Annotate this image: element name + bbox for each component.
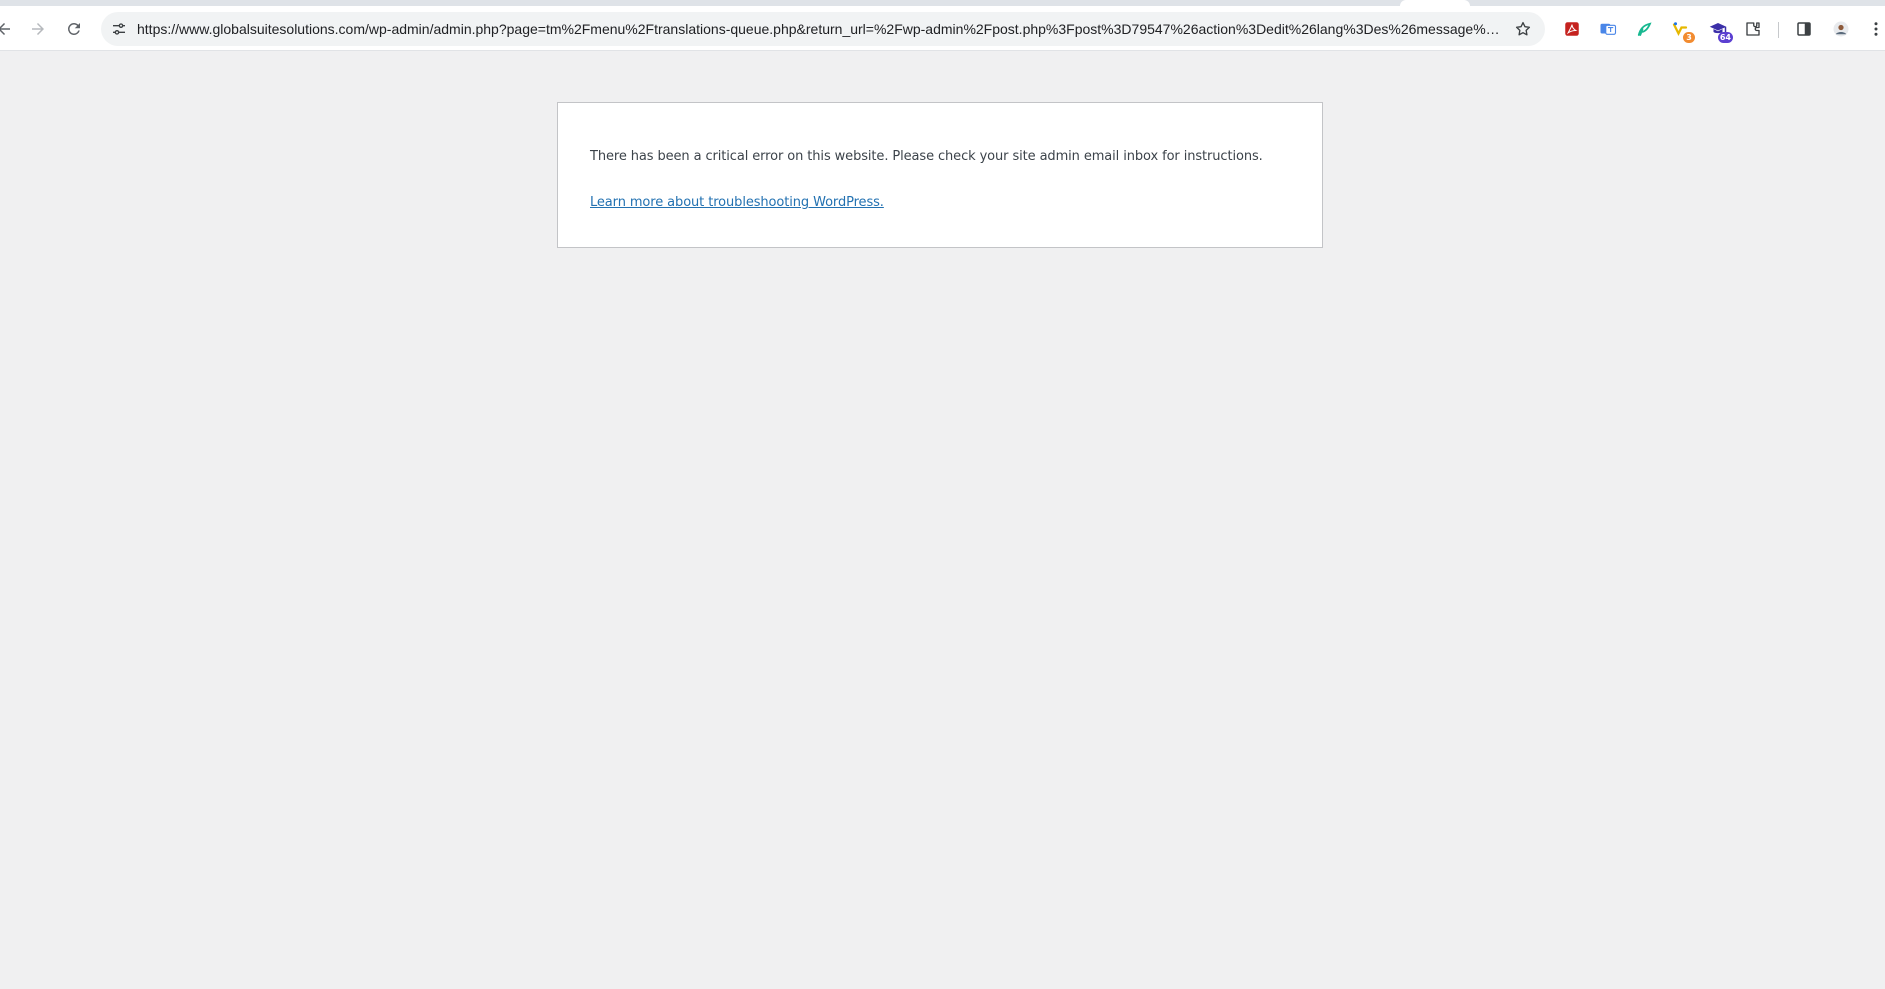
- extension-badge: 64: [1717, 32, 1733, 43]
- pdf-icon: [1565, 22, 1579, 36]
- extension-pdf[interactable]: [1560, 17, 1584, 41]
- kebab-menu-icon: [1874, 22, 1878, 36]
- forward-arrow-icon: [32, 23, 44, 35]
- forward-button[interactable]: [24, 15, 52, 43]
- troubleshooting-link[interactable]: Learn more about troubleshooting WordPre…: [590, 193, 884, 213]
- star-outline-icon: [1515, 21, 1531, 36]
- reload-icon: [67, 22, 80, 35]
- error-message: There has been a critical error on this …: [590, 149, 1263, 164]
- avatar-icon: [1833, 21, 1849, 37]
- side-panel-button[interactable]: [1792, 17, 1816, 41]
- reload-button[interactable]: [60, 15, 88, 43]
- extension-graduation[interactable]: 64: [1706, 17, 1733, 43]
- back-button[interactable]: [0, 15, 18, 43]
- tune-icon: [113, 23, 125, 35]
- browser-menu-button[interactable]: [1864, 17, 1885, 41]
- extension-translate[interactable]: [1596, 17, 1620, 41]
- back-arrow-icon: [0, 23, 10, 35]
- extension-badge: 3: [1683, 32, 1695, 43]
- leaf-icon: [1637, 22, 1652, 36]
- critical-error-box: There has been a critical error on this …: [557, 102, 1323, 248]
- url-text[interactable]: https://www.globalsuitesolutions.com/wp-…: [137, 12, 1505, 46]
- site-info-button[interactable]: [105, 15, 133, 43]
- bookmark-button[interactable]: [1509, 15, 1537, 43]
- extension-grammar[interactable]: 3: [1668, 17, 1695, 43]
- address-bar[interactable]: https://www.globalsuitesolutions.com/wp-…: [101, 12, 1545, 46]
- side-panel-icon: [1797, 22, 1811, 36]
- translate-icon: [1600, 23, 1617, 35]
- browser-toolbar: https://www.globalsuitesolutions.com/wp-…: [0, 6, 1885, 51]
- puzzle-icon: [1746, 22, 1760, 36]
- extensions-menu-button[interactable]: [1741, 17, 1765, 41]
- extension-leaf[interactable]: [1632, 17, 1656, 41]
- toolbar-separator: [1778, 22, 1779, 38]
- profile-button[interactable]: [1829, 17, 1853, 41]
